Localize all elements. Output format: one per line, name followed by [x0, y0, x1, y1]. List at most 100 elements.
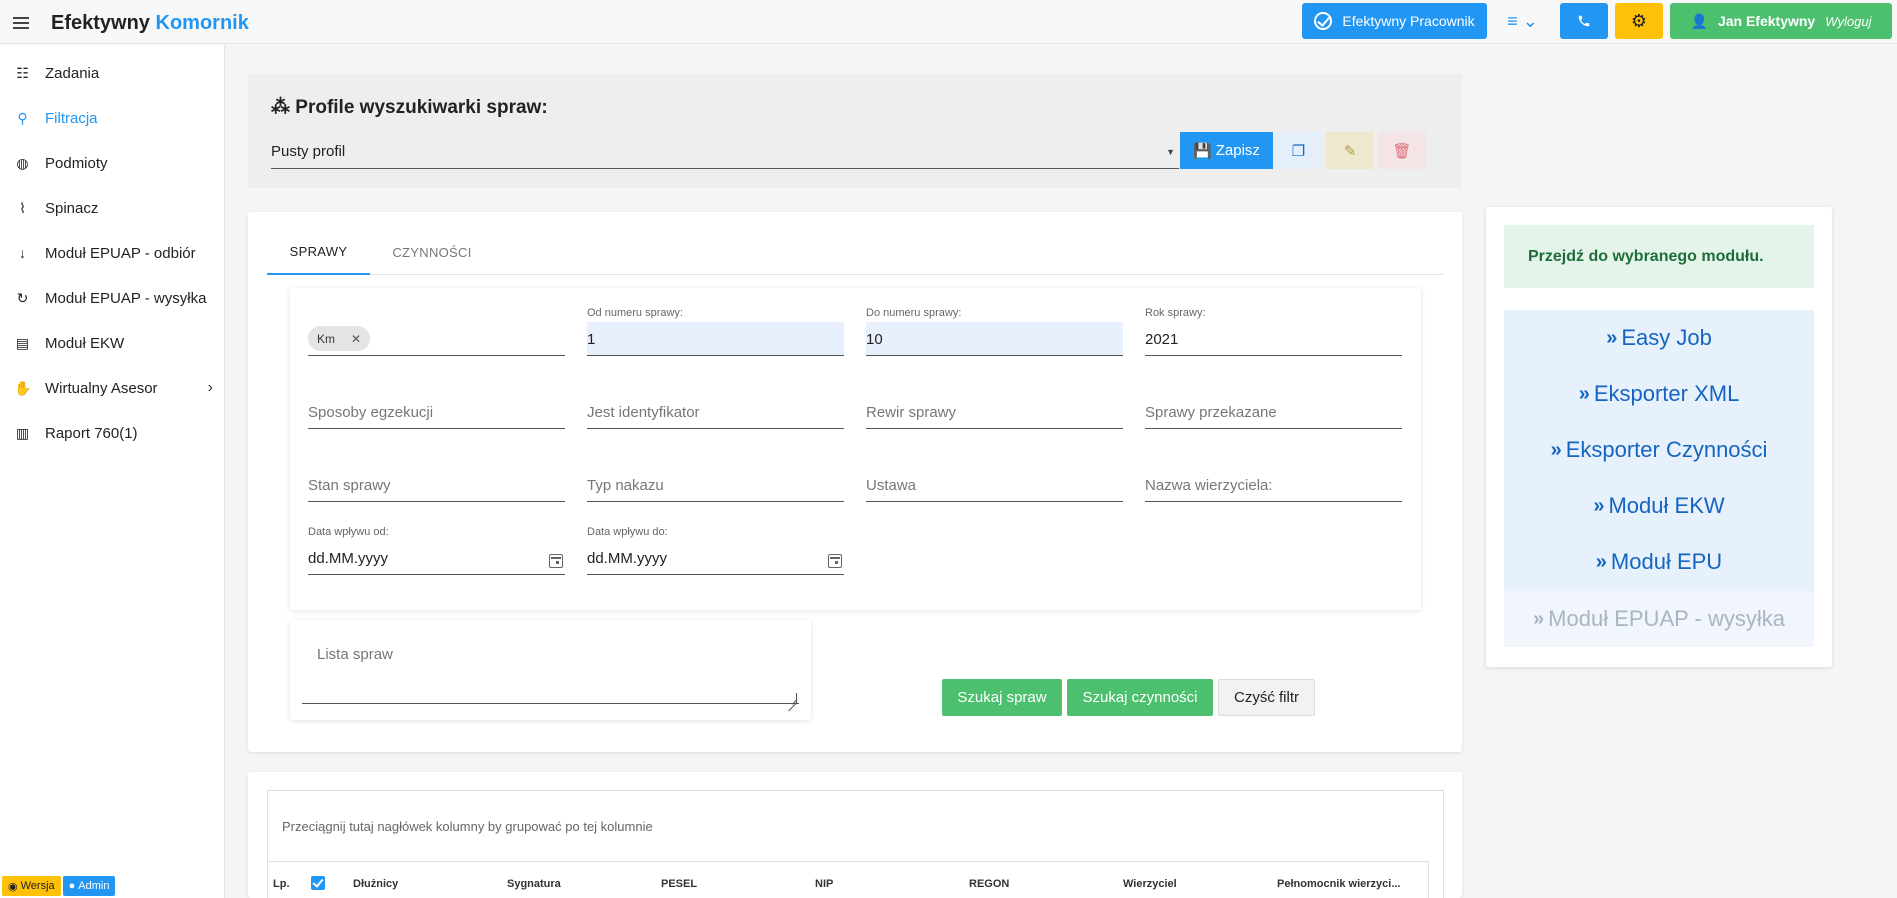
typ-nakazu-select[interactable]: Typ nakazu [587, 468, 844, 502]
ustawa-field[interactable]: Ustawa [866, 447, 1123, 502]
search-cases-button[interactable]: Szukaj spraw [942, 679, 1062, 716]
app-brand: Efektywny Komornik [51, 12, 249, 35]
settings-button[interactable]: ⚙ [1615, 3, 1663, 39]
version-label: Wersja [20, 880, 55, 892]
list-chevron-icon: ≡ ⌄ [1507, 10, 1538, 31]
stan-sprawy-select[interactable]: Stan sprawy [308, 468, 565, 502]
logout-link[interactable]: Wyloguj [1825, 14, 1871, 29]
case-to-field[interactable]: Do numeru sprawy: 10 [866, 301, 1123, 356]
case-year-input[interactable]: 2021 [1145, 322, 1402, 356]
phone-button[interactable] [1560, 3, 1608, 39]
sposoby-egzekucji-field[interactable]: Sposoby egzekucji [308, 374, 565, 429]
sidebar-item-podmioty[interactable]: ◍ Podmioty [0, 143, 225, 183]
filter-panel: SPRAWY CZYNNOŚCI Km ✕ Od numeru sprawy: … [248, 212, 1462, 752]
jest-identyfikator-select[interactable]: Jest identyfikator [587, 395, 844, 429]
double-chevron-right-icon: » [1606, 326, 1618, 349]
module-link-eksporter-czynnosci[interactable]: » Eksporter Czynności [1504, 422, 1814, 478]
sidebar-item-epuap-odbior[interactable]: ↓ Moduł EPUAP - odbiór [0, 233, 225, 273]
lista-spraw-textarea[interactable]: Lista spraw [290, 620, 811, 720]
rewir-sprawy-field[interactable]: Rewir sprawy [866, 374, 1123, 429]
data-wplywu-od-input[interactable]: dd.MM.yyyy [308, 541, 565, 575]
sidebar-item-label: Raport 760(1) [45, 424, 138, 442]
rewir-sprawy-select[interactable]: Rewir sprawy [866, 395, 1123, 429]
signature-type-field[interactable]: Km ✕ [308, 301, 565, 356]
column-header-pesel[interactable]: PESEL [661, 878, 697, 890]
sidebar-item-label: Spinacz [45, 199, 99, 217]
column-header-nip[interactable]: NIP [815, 878, 833, 890]
tab-sprawy[interactable]: SPRAWY [267, 230, 370, 275]
double-chevron-right-icon: » [1595, 550, 1607, 573]
module-link-ekw[interactable]: » Moduł EKW [1504, 478, 1814, 534]
column-header-sygnatura[interactable]: Sygnatura [507, 878, 561, 890]
data-wplywu-od-field[interactable]: Data wpływu od: dd.MM.yyyy [308, 520, 565, 575]
sidebar-item-wirtualny-asesor[interactable]: ✋ Wirtualny Asesor › [0, 368, 225, 408]
typ-nakazu-field[interactable]: Typ nakazu [587, 447, 844, 502]
clear-filter-button[interactable]: Czyść filtr [1218, 679, 1315, 716]
calendar-icon[interactable] [549, 554, 563, 568]
double-chevron-right-icon: » [1550, 438, 1562, 461]
textarea-underline [302, 703, 799, 704]
menu-dropdown-button[interactable]: ≡ ⌄ [1495, 3, 1550, 39]
user-button[interactable]: 👤 Jan Efektywny Wyloguj [1670, 3, 1892, 39]
delete-profile-button[interactable]: 🗑 [1378, 132, 1426, 169]
brand-main: Efektywny [51, 12, 150, 34]
nazwa-wierzyciela-field[interactable]: Nazwa wierzyciela: [1145, 447, 1402, 502]
eye-icon: ◉ [8, 880, 18, 893]
module-link-easy-job[interactable]: » Easy Job [1504, 310, 1814, 366]
jest-identyfikator-field[interactable]: Jest identyfikator [587, 374, 844, 429]
data-wplywu-do-input[interactable]: dd.MM.yyyy [587, 541, 844, 575]
select-all-checkbox[interactable] [311, 876, 325, 890]
module-link-epu[interactable]: » Moduł EPU [1504, 534, 1814, 590]
search-activities-button[interactable]: Szukaj czynności [1067, 679, 1213, 716]
case-from-label: Od numeru sprawy: [587, 307, 683, 319]
user-name: Jan Efektywny [1717, 13, 1816, 29]
ustawa-select[interactable]: Ustawa [866, 468, 1123, 502]
tab-czynnosci[interactable]: CZYNNOŚCI [389, 230, 475, 275]
module-label: Eksporter Czynności [1565, 437, 1768, 462]
profile-title-text: Profile wyszukiwarki spraw: [295, 97, 548, 118]
module-link-eksporter-xml[interactable]: » Eksporter XML [1504, 366, 1814, 422]
data-wplywu-do-field[interactable]: Data wpływu do: dd.MM.yyyy [587, 520, 844, 575]
nazwa-wierzyciela-input[interactable]: Nazwa wierzyciela: [1145, 468, 1402, 502]
check-circle-icon [1314, 12, 1333, 30]
version-badge[interactable]: ◉ Wersja [2, 876, 61, 896]
sposoby-egzekucji-select[interactable]: Sposoby egzekucji [308, 395, 565, 429]
column-header-lp[interactable]: Lp. [273, 878, 290, 890]
sidebar-item-zadania[interactable]: ☷ Zadania [0, 53, 225, 93]
module-label: Moduł EPU [1610, 549, 1723, 574]
sidebar-item-label: Podmioty [45, 154, 108, 172]
column-header-pelnomocnik[interactable]: Pełnomocnik wierzyci... [1277, 878, 1401, 890]
calendar-icon[interactable] [828, 554, 842, 568]
case-from-field[interactable]: Od numeru sprawy: 1 [587, 301, 844, 356]
case-from-input[interactable]: 1 [587, 322, 844, 356]
gear-icon: ⚙ [1630, 10, 1648, 31]
column-header-dluznicy[interactable]: Dłużnicy [353, 878, 398, 890]
sidebar-item-ekw[interactable]: ▤ Moduł EKW [0, 323, 225, 363]
sprawy-przekazane-select[interactable]: Sprawy przekazane [1145, 395, 1402, 429]
profile-select[interactable]: Pusty profil ▼ [271, 136, 1179, 169]
column-header-wierzyciel[interactable]: Wierzyciel [1123, 878, 1177, 890]
user-icon: ● [68, 880, 76, 892]
efektywny-pracownik-button[interactable]: Efektywny Pracownik [1302, 3, 1487, 39]
module-label: Moduł EKW [1608, 493, 1725, 518]
module-panel: Przejdź do wybranego modułu. » Easy Job … [1486, 207, 1832, 667]
edit-profile-button[interactable]: ✎ [1326, 132, 1374, 169]
column-header-regon[interactable]: REGON [969, 878, 1009, 890]
sprawy-przekazane-field[interactable]: Sprawy przekazane [1145, 374, 1402, 429]
sidebar-item-filtracja[interactable]: ⚲ Filtracja [0, 98, 225, 138]
case-to-input[interactable]: 10 [866, 322, 1123, 356]
grid-scrollbar[interactable] [1428, 861, 1443, 898]
tasks-icon: ☷ [16, 64, 29, 81]
sidebar-item-spinacz[interactable]: ⌇ Spinacz [0, 188, 225, 228]
copy-profile-button[interactable]: ❐ [1275, 132, 1322, 169]
stan-sprawy-field[interactable]: Stan sprawy [308, 447, 565, 502]
admin-badge[interactable]: ● Admin [62, 876, 116, 896]
save-profile-button[interactable]: 💾 Zapisz [1180, 132, 1273, 169]
sidebar-item-raport[interactable]: ▥ Raport 760(1) [0, 413, 225, 453]
sidebar-item-epuap-wysylka[interactable]: ↻ Moduł EPUAP - wysyłka [0, 278, 225, 318]
hamburger-icon[interactable] [13, 17, 29, 29]
case-year-field[interactable]: Rok sprawy: 2021 [1145, 301, 1402, 356]
resize-handle-icon[interactable] [787, 693, 797, 703]
group-panel-hint[interactable]: Przeciągnij tutaj nagłówek kolumny by gr… [282, 819, 653, 834]
data-wplywu-od-label: Data wpływu od: [308, 526, 389, 538]
